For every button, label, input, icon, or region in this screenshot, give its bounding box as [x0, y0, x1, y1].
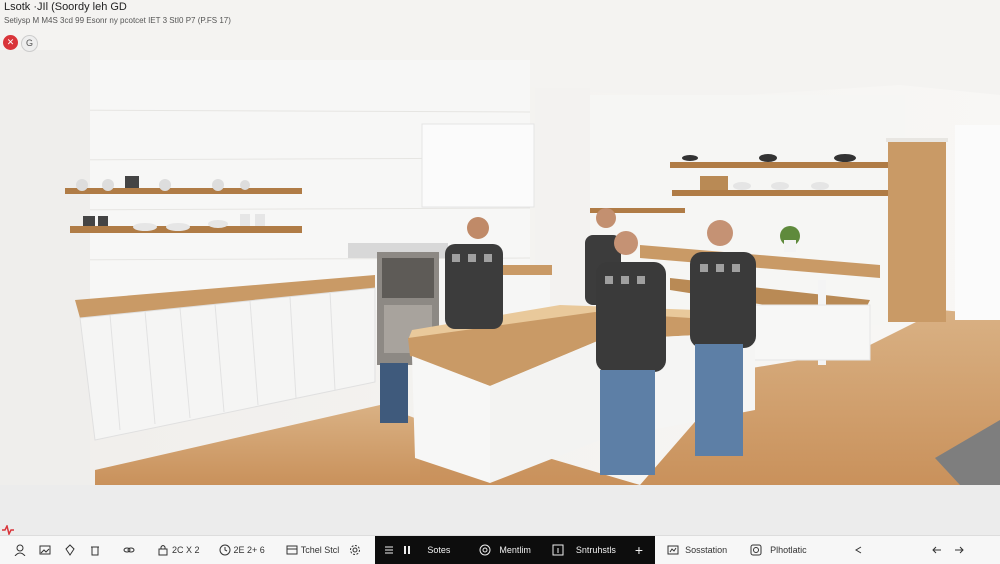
forward-button[interactable]: [948, 536, 970, 564]
settings-icon: [350, 545, 361, 555]
toolbar-item-tools[interactable]: Tchel Stcl: [270, 536, 345, 564]
toolbar-item-mention[interactable]: Mentlim: [455, 536, 536, 564]
link-icon: [123, 547, 135, 553]
app-title: Lsotk ·JIl (Soordy leh GD: [4, 1, 127, 13]
toolbar-item-settings[interactable]: [344, 536, 369, 564]
back-arrow-icon: [931, 546, 941, 554]
toolbar-item-notes[interactable]: Sotes: [375, 536, 456, 564]
toolbar-item-photo[interactable]: Plhotlatic: [732, 536, 812, 564]
toolbar-item-lock[interactable]: 2C X 2: [143, 536, 205, 564]
forward-arrow-icon: [954, 546, 964, 554]
app-subtitle: Setiysp M M4S 3cd 99 Esonr ny pcotcet IE…: [4, 16, 231, 25]
menu-icon: [385, 546, 394, 554]
undo-icon: [854, 546, 861, 554]
toolbar-item-structures[interactable]: Sntruhstls: [535, 536, 621, 564]
back-button[interactable]: [869, 536, 948, 564]
photo-viewport[interactable]: Lsotk ·JIl (Soordy leh GD Setiysp M M4S …: [0, 0, 1000, 485]
toolbar-item-image[interactable]: [34, 536, 59, 564]
photo-icon: [750, 544, 762, 556]
clock-icon: [219, 544, 231, 556]
trash-icon: [91, 546, 99, 556]
person-icon: [14, 544, 26, 556]
bottom-toolbar: 2C X 2 2E 2+ 6 Tchel Stcl Sotes Mentlim …: [0, 535, 1000, 564]
help-button[interactable]: G: [21, 35, 38, 52]
undo-button[interactable]: [812, 536, 869, 564]
lock-icon: [158, 545, 168, 556]
toolbar-item-link[interactable]: [109, 536, 143, 564]
toolbar-item-pin[interactable]: [59, 536, 84, 564]
add-button[interactable]: +: [620, 536, 656, 564]
session-icon: [667, 545, 679, 555]
kitchen-scene-image: [0, 0, 1000, 485]
pulse-icon: [2, 525, 14, 535]
at-icon: [479, 544, 491, 556]
image-icon: [39, 545, 51, 555]
toolbar-item-trash[interactable]: [84, 536, 109, 564]
toolbar-item-clock[interactable]: 2E 2+ 6: [205, 536, 270, 564]
pin-icon: [65, 544, 75, 556]
info-icon: [552, 544, 564, 556]
close-button[interactable]: ✕: [3, 35, 18, 50]
tools-icon: [286, 545, 298, 555]
toolbar-item-session[interactable]: Sosstation: [655, 536, 732, 564]
bars-icon: [404, 546, 411, 554]
toolbar-item-person[interactable]: [0, 536, 34, 564]
status-strip: [0, 485, 1000, 535]
